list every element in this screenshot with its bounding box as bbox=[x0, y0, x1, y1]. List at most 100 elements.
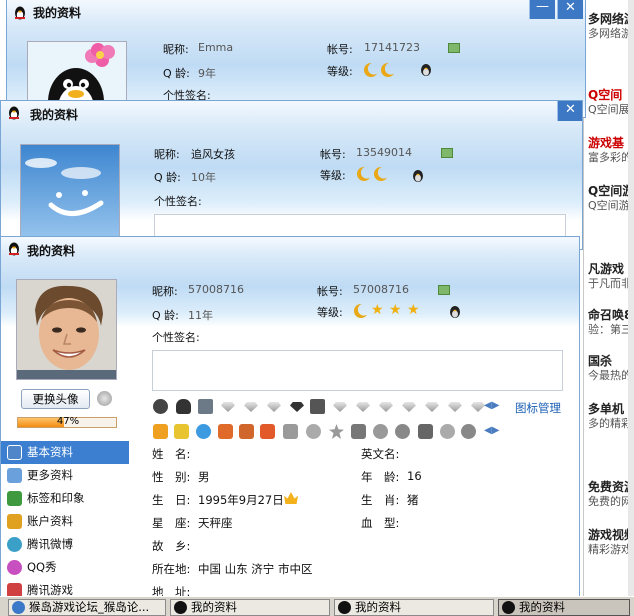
gray-diamond-icon[interactable] bbox=[379, 402, 393, 412]
constellation-value: 天秤座 bbox=[198, 516, 233, 530]
progress-text: 47% bbox=[56, 416, 80, 427]
penguin-icon[interactable] bbox=[176, 399, 191, 414]
phone-icon[interactable] bbox=[198, 399, 213, 414]
gray-diamond-icon[interactable] bbox=[244, 402, 258, 412]
taskbar-item-browser[interactable]: 猴岛游戏论坛_猴岛论... bbox=[8, 599, 166, 616]
sidebar-item-account[interactable]: 账户资料 bbox=[1, 510, 129, 533]
smile-icon[interactable] bbox=[440, 424, 455, 439]
gray-diamond-icon[interactable] bbox=[221, 402, 235, 412]
change-avatar-button[interactable]: 更换头像 bbox=[21, 389, 90, 409]
settings-icon[interactable] bbox=[97, 391, 112, 406]
taskbar: 猴岛游戏论坛_猴岛论... 我的资料 我的资料 我的资料 bbox=[0, 596, 634, 616]
chat-icon[interactable] bbox=[373, 424, 388, 439]
birthday-value: 1995年9月27日 bbox=[198, 493, 284, 507]
black-diamond-icon[interactable] bbox=[290, 402, 304, 412]
nickname-value: Emma bbox=[198, 41, 234, 54]
browser-icon bbox=[12, 601, 25, 614]
close-button[interactable]: ✕ bbox=[557, 101, 582, 121]
signature-input[interactable] bbox=[152, 350, 563, 391]
penguin-badge-icon[interactable] bbox=[447, 303, 463, 319]
mail-icon[interactable] bbox=[283, 424, 298, 439]
gray-diamond-icon[interactable] bbox=[356, 402, 370, 412]
nickname-label: 昵称: bbox=[163, 43, 189, 56]
taskbar-item-label: 我的资料 bbox=[355, 600, 401, 614]
account-value: 57008716 bbox=[353, 283, 409, 296]
gray-diamond-icon[interactable] bbox=[425, 402, 439, 412]
gray-diamond-icon[interactable] bbox=[471, 402, 485, 412]
gender-value: 男 bbox=[198, 470, 210, 484]
profile-card-icon[interactable] bbox=[351, 424, 366, 439]
card-icon bbox=[7, 445, 22, 460]
avatar[interactable] bbox=[20, 144, 120, 244]
ie-icon[interactable] bbox=[196, 424, 211, 439]
taskbar-item-profile[interactable]: 我的资料 bbox=[334, 599, 494, 616]
sidebar-item-label: 腾讯游戏 bbox=[27, 583, 73, 597]
progress-bar: 47% bbox=[17, 416, 117, 428]
star-outline-icon[interactable] bbox=[329, 424, 344, 439]
blood-type-label: 血 型: bbox=[361, 516, 400, 530]
moon-level-icon bbox=[354, 304, 368, 318]
window-title: 我的资料 bbox=[30, 108, 79, 122]
edit-icon[interactable] bbox=[448, 43, 460, 53]
gray-diamond-icon[interactable] bbox=[448, 402, 462, 412]
icon-manage-link[interactable]: 图标管理 bbox=[515, 400, 561, 416]
sidebar-item-basic-info[interactable]: 基本资料 bbox=[1, 441, 129, 464]
q-age-label: Q 龄: bbox=[152, 309, 179, 322]
wallet-icon bbox=[7, 514, 22, 529]
q-age-value: 11年 bbox=[188, 309, 213, 322]
app-icon[interactable] bbox=[418, 424, 433, 439]
farm-icon[interactable] bbox=[218, 424, 233, 439]
window-title: 我的资料 bbox=[27, 244, 76, 258]
taskbar-item-profile-active[interactable]: 我的资料 bbox=[498, 599, 630, 616]
avatar[interactable] bbox=[16, 279, 117, 380]
space-icon[interactable] bbox=[260, 424, 275, 439]
penguin-badge-icon[interactable] bbox=[418, 61, 434, 77]
edit-icon[interactable] bbox=[441, 148, 453, 158]
close-button[interactable]: ✕ bbox=[557, 0, 583, 19]
tag-icon bbox=[7, 491, 22, 506]
bg-scrollbar[interactable] bbox=[628, 0, 634, 596]
minimize-button[interactable]: — bbox=[529, 0, 555, 19]
diamond-black-icon[interactable] bbox=[153, 399, 168, 414]
heart-icon[interactable] bbox=[306, 424, 321, 439]
pet-icon[interactable] bbox=[174, 424, 189, 439]
q-plus-icon[interactable] bbox=[395, 424, 410, 439]
sidebar-item-tags[interactable]: 标签和印象 bbox=[1, 487, 129, 510]
clover-icon[interactable] bbox=[461, 424, 476, 439]
q-age-label: Q 龄: bbox=[154, 171, 181, 184]
age-value: 16 bbox=[407, 469, 422, 483]
location-label: 所在地: bbox=[152, 562, 191, 576]
taskbar-item-label: 我的资料 bbox=[191, 600, 237, 614]
signature-label: 个性签名: bbox=[152, 331, 200, 344]
nickname-value: 追风女孩 bbox=[191, 148, 235, 161]
signature-label: 个性签名: bbox=[154, 195, 202, 208]
account-label: 帐号: bbox=[327, 43, 353, 56]
moon-level-icon bbox=[374, 167, 388, 181]
document-icon bbox=[7, 468, 22, 483]
sidebar-item-weibo[interactable]: 腾讯微博 bbox=[1, 533, 129, 556]
sidebar-nav: 基本资料 更多资料 标签和印象 账户资料 腾讯微博 QQ秀 腾讯游戏 bbox=[1, 441, 129, 597]
show-icon[interactable] bbox=[239, 424, 254, 439]
background-web-page: 多网络游 多网络游 Q空间 Q空间展示 游戏基 富多彩的 Q空间游 Q空间游 凡… bbox=[583, 0, 634, 596]
edit-icon[interactable] bbox=[438, 285, 450, 295]
sidebar-item-label: 标签和印象 bbox=[27, 491, 85, 505]
account-value: 17141723 bbox=[364, 41, 420, 54]
taskbar-item-profile[interactable]: 我的资料 bbox=[170, 599, 330, 616]
level-label: 等级: bbox=[317, 306, 343, 319]
game-icon[interactable] bbox=[153, 424, 168, 439]
penguin-badge-icon[interactable] bbox=[410, 167, 426, 183]
gray-diamond-icon[interactable] bbox=[333, 402, 347, 412]
scroll-arrows-icon[interactable]: ◀▶ bbox=[484, 400, 499, 411]
zodiac-value: 猪 bbox=[407, 493, 419, 507]
sidebar-item-qqshow[interactable]: QQ秀 bbox=[1, 556, 129, 579]
profile-window-zhuifeng: 我的资料 ✕ 昵称: 追风女孩 帐号: 13549014 Q 龄: 10年 等级… bbox=[0, 100, 583, 250]
music-icon[interactable] bbox=[310, 399, 325, 414]
sidebar-item-more-info[interactable]: 更多资料 bbox=[1, 464, 129, 487]
gray-diamond-icon[interactable] bbox=[402, 402, 416, 412]
weibo-icon bbox=[7, 537, 22, 552]
man-avatar-photo bbox=[17, 280, 116, 379]
window-title: 我的资料 bbox=[33, 6, 82, 20]
gray-diamond-icon[interactable] bbox=[267, 402, 281, 412]
scroll-arrows-icon[interactable]: ◀▶ bbox=[484, 425, 499, 436]
account-label: 帐号: bbox=[317, 285, 343, 298]
